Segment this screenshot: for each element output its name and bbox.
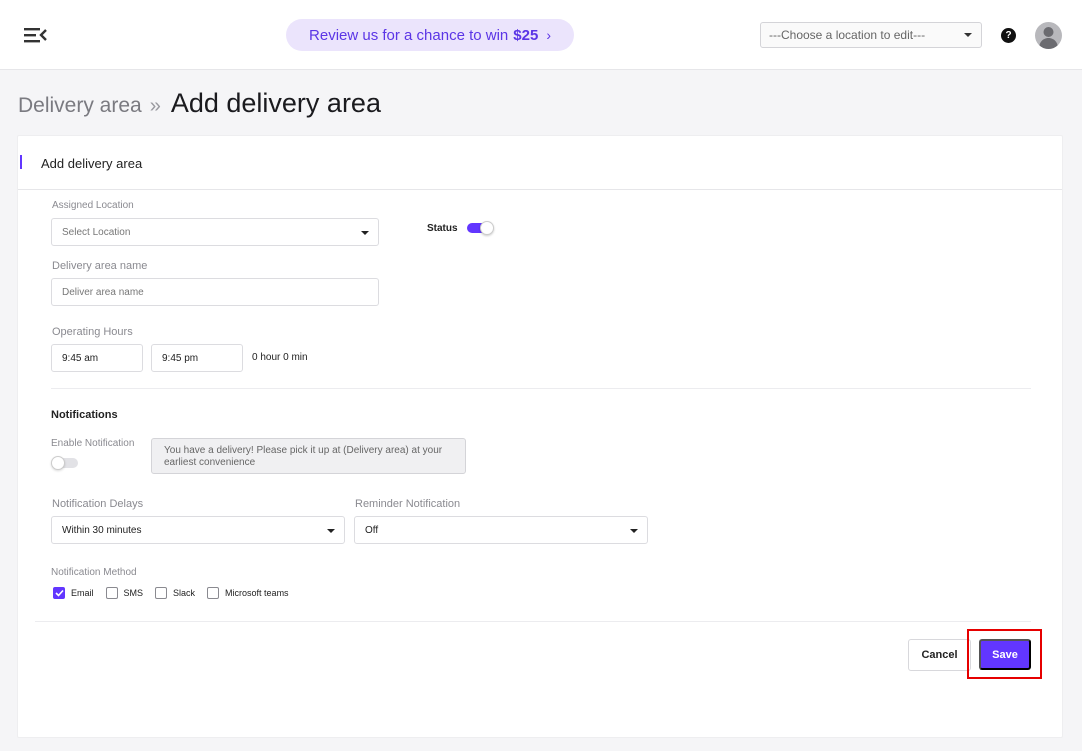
- checkbox-label: Email: [71, 588, 94, 598]
- status-label: Status: [427, 223, 458, 234]
- toggle-knob: [480, 221, 494, 235]
- method-microsoft-teams-checkbox[interactable]: Microsoft teams: [207, 587, 289, 599]
- assigned-location-placeholder: Select Location: [62, 226, 131, 238]
- assigned-location-label: Assigned Location: [52, 200, 134, 211]
- status-toggle[interactable]: [467, 221, 494, 235]
- reminder-notification-value: Off: [365, 524, 379, 536]
- checkbox-label: SMS: [123, 588, 144, 598]
- checkbox-box: [105, 587, 118, 599]
- promo-amount: $25: [513, 26, 539, 44]
- review-promo-banner[interactable]: Review us for a chance to win $25 ›: [286, 19, 574, 51]
- method-sms-checkbox[interactable]: SMS: [105, 587, 144, 599]
- toggle-knob: [51, 456, 65, 470]
- reminder-notification-select[interactable]: Off: [354, 516, 648, 544]
- card-title: Add delivery area: [41, 156, 143, 171]
- checkbox-label: Slack: [173, 588, 196, 598]
- operating-hours-duration: 0 hour 0 min: [252, 352, 308, 363]
- caret-down-icon: [361, 231, 369, 235]
- caret-down-icon: [630, 529, 638, 533]
- operating-hours-start-value: 9:45 am: [62, 352, 99, 364]
- checkbox-box: [155, 587, 168, 599]
- card-header: Add delivery area: [18, 136, 1062, 190]
- notifications-title: Notifications: [51, 409, 118, 421]
- delivery-area-name-input[interactable]: Deliver area name: [51, 278, 379, 306]
- breadcrumb: Delivery area » Add delivery area: [18, 88, 381, 119]
- avatar[interactable]: [1035, 22, 1062, 49]
- page-title: Add delivery area: [170, 88, 381, 118]
- section-divider: [51, 388, 1031, 389]
- delivery-area-name-placeholder: Deliver area name: [62, 286, 144, 298]
- avatar-icon: [1039, 27, 1058, 49]
- operating-hours-start-input[interactable]: 9:45 am: [51, 344, 143, 372]
- caret-down-icon: [964, 33, 972, 37]
- notification-method-label: Notification Method: [51, 567, 137, 578]
- add-delivery-area-card: Add delivery area Assigned Location Sele…: [17, 135, 1063, 738]
- method-slack-checkbox[interactable]: Slack: [155, 587, 195, 599]
- footer-divider: [35, 621, 1031, 622]
- method-email-checkbox[interactable]: Email: [53, 587, 94, 599]
- checkbox-box: [53, 587, 65, 599]
- checkbox-label: Microsoft teams: [225, 588, 289, 598]
- breadcrumb-parent-link[interactable]: Delivery area: [18, 94, 142, 118]
- operating-hours-end-input[interactable]: 9:45 pm: [151, 344, 243, 372]
- reminder-notification-label: Reminder Notification: [355, 498, 461, 510]
- assigned-location-select[interactable]: Select Location: [51, 218, 379, 246]
- enable-notification-toggle[interactable]: [51, 456, 78, 470]
- caret-down-icon: [327, 529, 335, 533]
- checkbox-box: [207, 587, 220, 599]
- enable-notification-label: Enable Notification: [51, 438, 135, 449]
- top-bar: Review us for a chance to win $25 › ---C…: [0, 0, 1082, 70]
- breadcrumb-separator: »: [149, 95, 161, 117]
- check-icon: [54, 589, 64, 597]
- notification-message-box[interactable]: You have a delivery! Please pick it up a…: [151, 438, 466, 474]
- promo-text: Review us for a chance to win: [309, 26, 509, 44]
- operating-hours-label: Operating Hours: [52, 326, 133, 338]
- cancel-button[interactable]: Cancel: [908, 639, 971, 671]
- help-icon[interactable]: ?: [1001, 28, 1016, 43]
- notification-method-options: Email SMS Slack Microsoft teams: [53, 587, 301, 599]
- location-select-placeholder: ---Choose a location to edit---: [769, 28, 926, 42]
- notification-delays-label: Notification Delays: [52, 498, 144, 510]
- delivery-area-name-label: Delivery area name: [52, 260, 148, 272]
- operating-hours-end-value: 9:45 pm: [162, 352, 199, 364]
- notification-delays-select[interactable]: Within 30 minutes: [51, 516, 345, 544]
- notification-delays-value: Within 30 minutes: [62, 524, 142, 536]
- menu-collapse-icon[interactable]: [22, 25, 48, 45]
- save-button[interactable]: Save: [979, 639, 1031, 670]
- location-select[interactable]: ---Choose a location to edit---: [760, 22, 982, 48]
- card-header-accent: [20, 155, 22, 169]
- chevron-right-icon: ›: [546, 27, 551, 43]
